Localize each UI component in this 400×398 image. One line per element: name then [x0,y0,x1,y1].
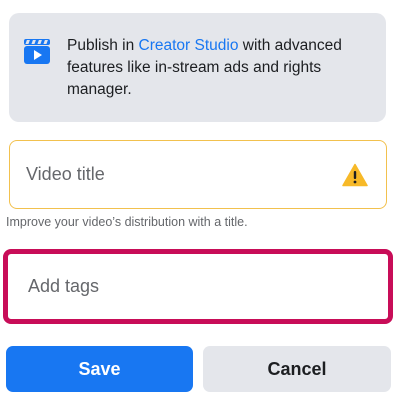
banner-text: Publish in Creator Studio with advanced … [67,35,372,101]
banner-text-before: Publish in [67,37,139,54]
creator-studio-icon [23,37,51,65]
publish-form: Publish in Creator Studio with advanced … [0,0,400,398]
save-button[interactable]: Save [6,346,193,392]
creator-studio-banner: Publish in Creator Studio with advanced … [9,13,386,122]
video-title-field[interactable] [9,140,387,209]
title-helper-text: Improve your video’s distribution with a… [6,215,248,229]
cancel-button[interactable]: Cancel [203,346,391,392]
tags-input[interactable] [28,276,318,297]
tags-field[interactable] [3,249,393,324]
video-title-input[interactable] [26,164,316,185]
warning-icon [342,163,368,187]
creator-studio-link[interactable]: Creator Studio [139,37,239,54]
